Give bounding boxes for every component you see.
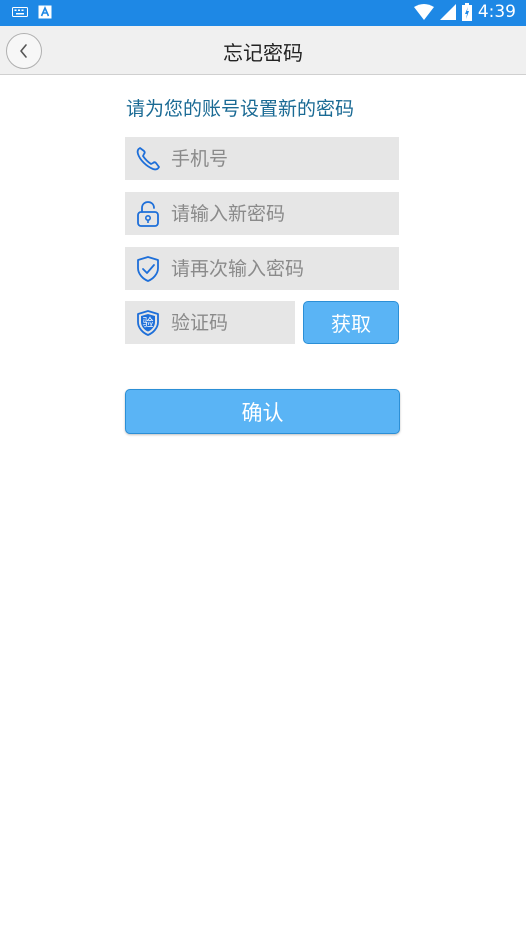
phone-field xyxy=(125,137,399,180)
verify-shield-icon: 验 xyxy=(133,308,163,338)
page-title: 忘记密码 xyxy=(223,41,303,65)
header-bar: 忘记密码 xyxy=(0,26,526,75)
form-subtitle: 请为您的账号设置新的密码 xyxy=(126,98,355,120)
wifi-icon xyxy=(413,4,434,20)
verification-code-field: 验 xyxy=(125,301,295,344)
signal-icon xyxy=(439,4,456,20)
a-notification-icon xyxy=(38,5,52,19)
new-password-input[interactable] xyxy=(169,201,383,226)
lock-icon xyxy=(133,199,163,229)
battery-icon xyxy=(461,3,472,21)
status-right-icons: 4:39 xyxy=(413,2,516,22)
new-password-field xyxy=(125,192,399,235)
verification-code-input[interactable] xyxy=(169,310,283,335)
confirm-password-field xyxy=(125,247,399,290)
phone-icon xyxy=(133,144,163,174)
confirm-button[interactable]: 确认 xyxy=(125,389,400,434)
phone-input[interactable] xyxy=(169,146,383,171)
confirm-password-input[interactable] xyxy=(169,256,383,281)
get-code-button[interactable]: 获取 xyxy=(303,301,399,344)
status-bar: 4:39 xyxy=(0,0,526,26)
status-time: 4:39 xyxy=(477,2,516,22)
shield-check-icon xyxy=(133,254,163,284)
verify-icon-text: 验 xyxy=(142,315,154,329)
status-left-icons xyxy=(12,5,52,19)
keyboard-icon xyxy=(12,7,28,17)
